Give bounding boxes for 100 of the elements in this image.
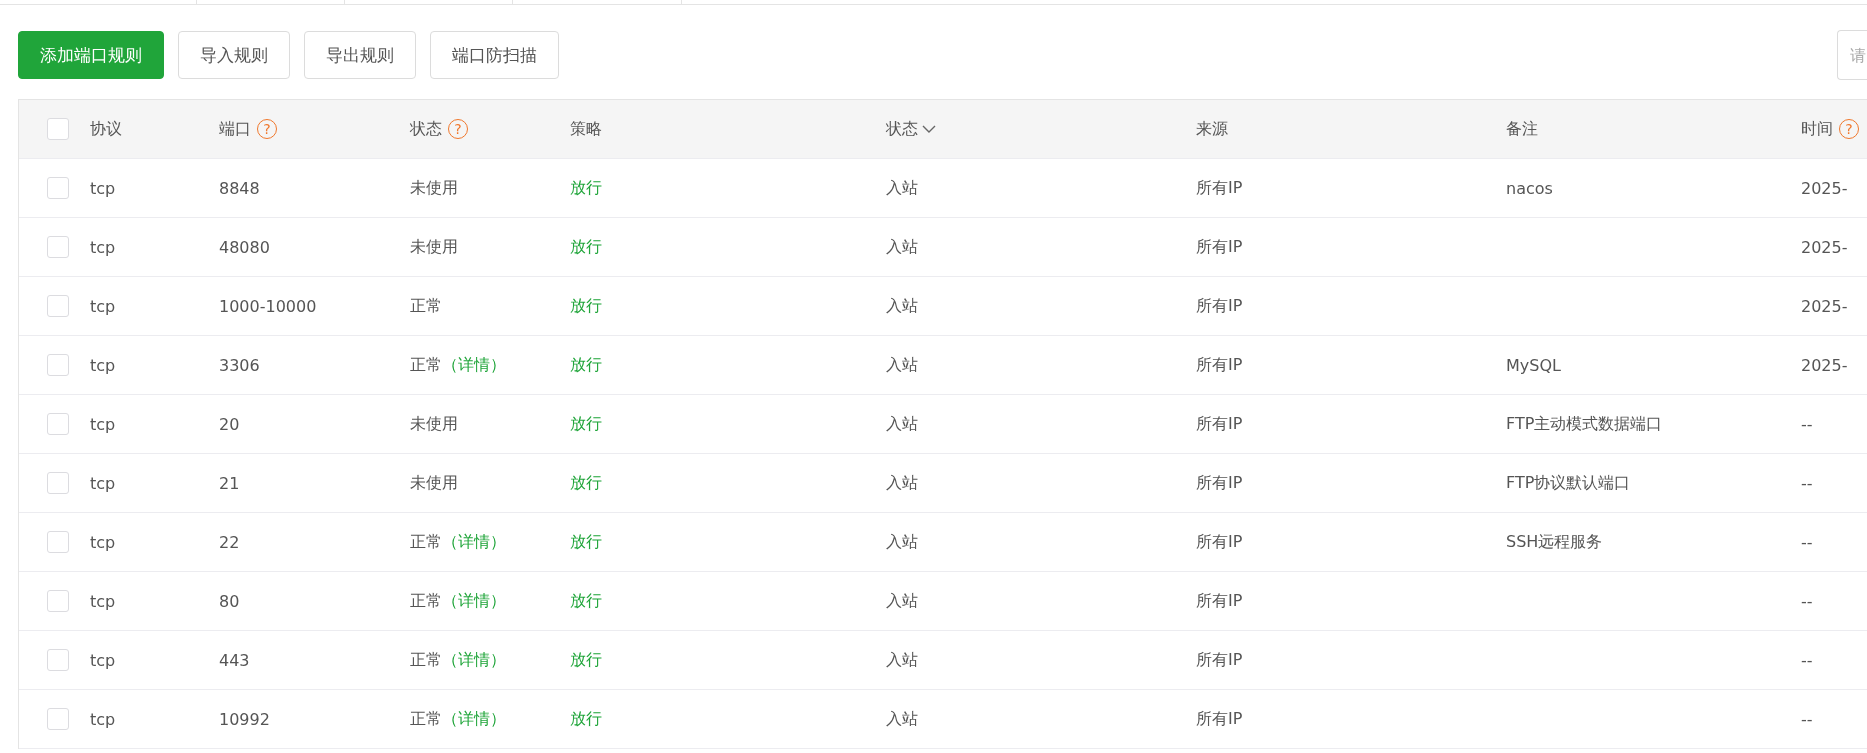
table-cell: 正常	[410, 295, 442, 317]
table-cell: tcp	[90, 709, 116, 729]
table-cell: 所有IP	[1196, 295, 1243, 317]
table-cell: 放行	[570, 236, 602, 258]
table-cell: 正常	[410, 531, 442, 553]
table-cell: 放行	[570, 649, 602, 671]
detail-link[interactable]: （详情）	[442, 649, 506, 671]
table-cell: tcp	[90, 414, 116, 434]
row-checkbox[interactable]	[47, 177, 69, 199]
table-cell: 所有IP	[1196, 590, 1243, 612]
table-cell: 正常	[410, 708, 442, 730]
table-cell: 1000-10000	[219, 296, 317, 316]
table-cell: 2025-	[1801, 237, 1848, 257]
table-cell: 未使用	[410, 413, 458, 435]
table-cell: 放行	[570, 354, 602, 376]
table-cell: --	[1801, 650, 1813, 670]
table-cell: 10992	[219, 709, 270, 729]
table-cell: 2025-	[1801, 355, 1848, 375]
table-cell: --	[1801, 709, 1813, 729]
table-cell: 所有IP	[1196, 472, 1243, 494]
table-cell: 2025-	[1801, 178, 1848, 198]
table-cell: 未使用	[410, 177, 458, 199]
table-cell: 所有IP	[1196, 531, 1243, 553]
table-cell: tcp	[90, 473, 116, 493]
table-cell: tcp	[90, 650, 116, 670]
table-cell: tcp	[90, 355, 116, 375]
row-checkbox[interactable]	[47, 649, 69, 671]
table-cell: SSH远程服务	[1506, 531, 1603, 553]
row-checkbox[interactable]	[47, 236, 69, 258]
table-cell: 入站	[886, 590, 918, 612]
toolbar-button[interactable]: 导出规则	[304, 31, 416, 79]
column-header[interactable]: 状态	[886, 118, 918, 140]
table-cell: tcp	[90, 296, 116, 316]
toolbar-button[interactable]: 导入规则	[178, 31, 290, 79]
table-cell: nacos	[1506, 178, 1553, 198]
table-cell: 所有IP	[1196, 354, 1243, 376]
row-checkbox[interactable]	[47, 708, 69, 730]
detail-link[interactable]: （详情）	[442, 590, 506, 612]
table-cell: --	[1801, 532, 1813, 552]
table-cell: 入站	[886, 708, 918, 730]
table-cell: 48080	[219, 237, 270, 257]
table-cell: tcp	[90, 591, 116, 611]
column-header: 备注	[1506, 118, 1538, 140]
table-cell: 2025-	[1801, 296, 1848, 316]
table-cell: 放行	[570, 708, 602, 730]
table-cell: 80	[219, 591, 240, 611]
table-cell: 所有IP	[1196, 177, 1243, 199]
table-cell: 入站	[886, 354, 918, 376]
table-cell: tcp	[90, 178, 116, 198]
table-cell: 入站	[886, 649, 918, 671]
table-cell: FTP协议默认端口	[1506, 472, 1631, 494]
row-checkbox[interactable]	[47, 295, 69, 317]
table-cell: 所有IP	[1196, 413, 1243, 435]
table-cell: 正常	[410, 354, 442, 376]
column-header: 来源	[1196, 118, 1228, 140]
table-cell: 8848	[219, 178, 260, 198]
table-cell: 未使用	[410, 472, 458, 494]
table-cell: 20	[219, 414, 240, 434]
column-header: 策略	[570, 118, 602, 140]
table-cell: 放行	[570, 472, 602, 494]
row-checkbox[interactable]	[47, 354, 69, 376]
table-cell: --	[1801, 473, 1813, 493]
table-cell: 放行	[570, 295, 602, 317]
table-cell: tcp	[90, 237, 116, 257]
table-cell: 21	[219, 473, 240, 493]
table-cell: 443	[219, 650, 250, 670]
table-cell: 入站	[886, 413, 918, 435]
row-checkbox[interactable]	[47, 531, 69, 553]
column-header: 时间	[1801, 118, 1833, 140]
table-cell: 未使用	[410, 236, 458, 258]
select-all-checkbox[interactable]	[47, 118, 69, 140]
detail-link[interactable]: （详情）	[442, 531, 506, 553]
table-cell: tcp	[90, 532, 116, 552]
table-cell: 放行	[570, 531, 602, 553]
chevron-down-icon[interactable]	[922, 124, 936, 134]
row-checkbox[interactable]	[47, 472, 69, 494]
table-cell: 正常	[410, 590, 442, 612]
table-cell: --	[1801, 414, 1813, 434]
row-checkbox[interactable]	[47, 590, 69, 612]
table-cell: 入站	[886, 236, 918, 258]
table-cell: 放行	[570, 590, 602, 612]
detail-link[interactable]: （详情）	[442, 354, 506, 376]
detail-link[interactable]: （详情）	[442, 708, 506, 730]
table-cell: 所有IP	[1196, 708, 1243, 730]
table-cell: 入站	[886, 472, 918, 494]
table-cell: 入站	[886, 177, 918, 199]
table-cell: 放行	[570, 177, 602, 199]
table-cell: FTP主动模式数据端口	[1506, 413, 1663, 435]
table-cell: 所有IP	[1196, 236, 1243, 258]
table-cell: MySQL	[1506, 355, 1561, 375]
search-field[interactable]: 请	[1837, 30, 1867, 80]
column-header: 状态	[410, 118, 442, 140]
row-checkbox[interactable]	[47, 413, 69, 435]
column-header: 协议	[90, 118, 122, 140]
table-cell: 所有IP	[1196, 649, 1243, 671]
toolbar-button[interactable]: 端口防扫描	[430, 31, 559, 79]
table-cell: --	[1801, 591, 1813, 611]
table-cell: 22	[219, 532, 240, 552]
add-rule-button[interactable]: 添加端口规则	[18, 31, 164, 79]
table-cell: 入站	[886, 531, 918, 553]
